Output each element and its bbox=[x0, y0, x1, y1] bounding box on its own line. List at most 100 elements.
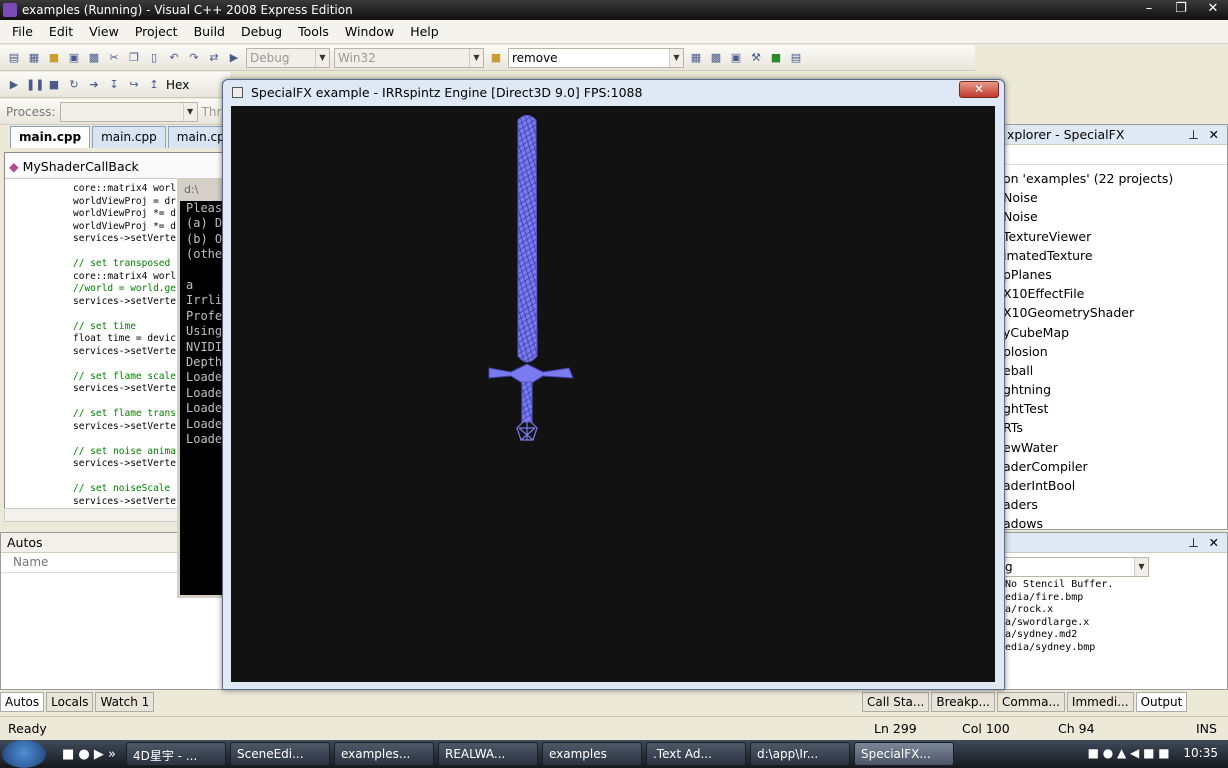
status-column: Col 100 bbox=[962, 721, 1010, 736]
project-node[interactable]: X10GeometryShader bbox=[1001, 305, 1227, 324]
menu-file[interactable]: File bbox=[4, 20, 41, 43]
tab-locals[interactable]: Locals bbox=[46, 692, 94, 712]
class-navigation-dropdown[interactable]: ◆ MyShaderCallBack bbox=[5, 153, 223, 179]
tab-immediate-window[interactable]: Immedi... bbox=[1066, 692, 1134, 712]
break-all-icon[interactable]: ❚❚ bbox=[26, 77, 44, 93]
find-combo[interactable]: remove ▼ bbox=[508, 47, 684, 68]
console-title: d:\ bbox=[184, 183, 199, 196]
cut-icon[interactable]: ✂ bbox=[106, 50, 122, 66]
navigate-icon[interactable]: ⇄ bbox=[206, 50, 222, 66]
project-node[interactable]: aders bbox=[1001, 497, 1227, 516]
tab-watch-1[interactable]: Watch 1 bbox=[95, 692, 155, 712]
taskbar-button[interactable]: SpecialFX... bbox=[853, 742, 954, 766]
tab-output[interactable]: Output bbox=[1135, 692, 1188, 712]
project-node[interactable]: ghtning bbox=[1001, 382, 1227, 401]
redo-icon[interactable]: ↷ bbox=[186, 50, 202, 66]
taskbar-button[interactable]: 4D星宇 - ... bbox=[125, 742, 226, 766]
minimize-button[interactable]: – bbox=[1140, 1, 1158, 17]
project-node[interactable]: imatedTexture bbox=[1001, 248, 1227, 267]
output-source-dropdown[interactable]: g ▼ bbox=[1001, 557, 1149, 577]
project-node[interactable]: aderIntBool bbox=[1001, 478, 1227, 497]
process-dropdown[interactable]: ▼ bbox=[59, 101, 198, 122]
save-icon[interactable]: ▣ bbox=[66, 50, 82, 66]
close-icon[interactable]: ✕ bbox=[1209, 127, 1219, 142]
menu-view[interactable]: View bbox=[81, 20, 127, 43]
stop-debugging-icon[interactable]: ■ bbox=[46, 77, 62, 93]
solution-explorer-icon[interactable]: ▦ bbox=[688, 50, 704, 66]
pin-icon[interactable]: ⊥ bbox=[1188, 127, 1199, 142]
copy-icon[interactable]: ❐ bbox=[126, 50, 142, 66]
standard-toolbar: ▤ ▦ ■ ▣ ▩ ✂ ❐ ▯ ↶ ↷ ⇄ ▶ Debug ▼ Win32 ▼ … bbox=[0, 45, 975, 71]
project-node[interactable]: pPlanes bbox=[1001, 267, 1227, 286]
close-button[interactable]: ✕ bbox=[959, 81, 999, 98]
tray-icons[interactable]: ■ ● ▲ ◀ ■ ■ bbox=[1088, 746, 1170, 760]
menu-window[interactable]: Window bbox=[337, 20, 402, 43]
new-project-icon[interactable]: ▤ bbox=[6, 50, 22, 66]
clock[interactable]: 10:35 bbox=[1183, 746, 1218, 760]
project-node[interactable]: ghtTest bbox=[1001, 401, 1227, 420]
hex-button[interactable]: Hex bbox=[166, 78, 189, 92]
step-out-icon[interactable]: ↥ bbox=[146, 77, 162, 93]
solution-explorer-title-bar: xplorer - SpecialFX ✕ ⊥ bbox=[1001, 125, 1227, 145]
restore-button[interactable]: ❐ bbox=[1172, 1, 1190, 17]
taskbar-button[interactable]: .Text Ad... bbox=[645, 742, 746, 766]
open-icon[interactable]: ■ bbox=[46, 50, 62, 66]
show-next-statement-icon[interactable]: ➔ bbox=[86, 77, 102, 93]
menu-tools[interactable]: Tools bbox=[290, 20, 337, 43]
menu-help[interactable]: Help bbox=[402, 20, 447, 43]
game-window-title: SpecialFX example - IRRspintz Engine [Di… bbox=[251, 85, 643, 100]
project-node[interactable]: eball bbox=[1001, 363, 1227, 382]
undo-icon[interactable]: ↶ bbox=[166, 50, 182, 66]
pin-icon[interactable]: ⊥ bbox=[1188, 535, 1199, 550]
editor-tab[interactable]: main.cpp bbox=[92, 126, 166, 148]
class-view-icon[interactable]: ▩ bbox=[708, 50, 724, 66]
tab-call-stack[interactable]: Call Sta... bbox=[862, 692, 930, 712]
editor-tab[interactable]: main.cpp bbox=[10, 126, 91, 148]
quick-launch-icons[interactable]: ■ ● ▶ » bbox=[62, 747, 116, 762]
tab-breakpoints[interactable]: Breakp... bbox=[931, 692, 995, 712]
tab-command-window[interactable]: Comma... bbox=[997, 692, 1065, 712]
menu-debug[interactable]: Debug bbox=[233, 20, 290, 43]
project-node[interactable]: TextureViewer bbox=[1001, 229, 1227, 248]
render-viewport[interactable] bbox=[231, 106, 995, 682]
paste-icon[interactable]: ▯ bbox=[146, 50, 162, 66]
platform-dropdown[interactable]: Win32 ▼ bbox=[334, 47, 484, 68]
project-node[interactable]: Noise bbox=[1001, 209, 1227, 228]
restart-icon[interactable]: ↻ bbox=[66, 77, 82, 93]
tab-autos[interactable]: Autos bbox=[0, 692, 45, 712]
start-page-icon[interactable]: ■ bbox=[768, 50, 784, 66]
project-node[interactable]: X10EffectFile bbox=[1001, 286, 1227, 305]
project-node[interactable]: yCubeMap bbox=[1001, 325, 1227, 344]
solution-config-dropdown[interactable]: Debug ▼ bbox=[246, 47, 330, 68]
project-node[interactable]: Noise bbox=[1001, 190, 1227, 209]
solution-config-value: Debug bbox=[250, 50, 290, 65]
properties-icon[interactable]: ▣ bbox=[728, 50, 744, 66]
command-window-icon[interactable]: ▤ bbox=[788, 50, 804, 66]
menu-build[interactable]: Build bbox=[186, 20, 233, 43]
find-in-files-icon[interactable]: ■ bbox=[488, 50, 504, 66]
taskbar-button[interactable]: d:\app\Ir... bbox=[749, 742, 850, 766]
project-node[interactable]: aderCompiler bbox=[1001, 459, 1227, 478]
solution-node[interactable]: on 'examples' (22 projects) bbox=[1001, 171, 1227, 190]
toolbox-icon[interactable]: ⚒ bbox=[748, 50, 764, 66]
start-button[interactable] bbox=[2, 740, 46, 768]
step-over-icon[interactable]: ↪ bbox=[126, 77, 142, 93]
start-debugging-icon[interactable]: ▶ bbox=[226, 50, 242, 66]
menu-project[interactable]: Project bbox=[127, 20, 186, 43]
project-node[interactable]: ewWater bbox=[1001, 440, 1227, 459]
close-icon[interactable]: ✕ bbox=[1209, 535, 1219, 550]
add-item-icon[interactable]: ▦ bbox=[26, 50, 42, 66]
continue-icon[interactable]: ▶ bbox=[6, 77, 22, 93]
taskbar-button[interactable]: examples bbox=[541, 742, 642, 766]
step-into-icon[interactable]: ↧ bbox=[106, 77, 122, 93]
close-button[interactable]: ✕ bbox=[1204, 1, 1222, 17]
taskbar-button[interactable]: REALWA... bbox=[437, 742, 538, 766]
game-window[interactable]: SpecialFX example - IRRspintz Engine [Di… bbox=[222, 79, 1005, 690]
save-all-icon[interactable]: ▩ bbox=[86, 50, 102, 66]
menu-edit[interactable]: Edit bbox=[41, 20, 81, 43]
project-node[interactable]: plosion bbox=[1001, 344, 1227, 363]
taskbar-button[interactable]: examples... bbox=[333, 742, 434, 766]
taskbar-button[interactable]: SceneEdi... bbox=[229, 742, 330, 766]
solution-explorer-title: xplorer - SpecialFX bbox=[1007, 127, 1125, 142]
project-node[interactable]: RTs bbox=[1001, 420, 1227, 439]
